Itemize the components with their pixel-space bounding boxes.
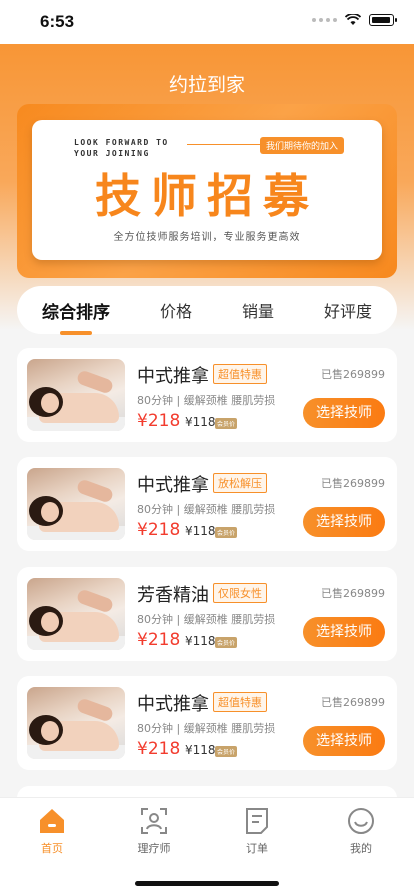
sort-tabs: 综合排序 价格 销量 好评度: [17, 286, 397, 335]
tab-orders[interactable]: 订单: [227, 806, 287, 856]
service-title: 中式推拿: [137, 366, 209, 387]
service-description: 80分钟 | 缓解颈椎 腰肌劳损: [137, 722, 276, 735]
select-therapist-button[interactable]: 选择技师: [303, 507, 385, 537]
sort-tab-rating[interactable]: 好评度: [320, 298, 376, 322]
order-icon: [246, 808, 268, 834]
tab-home-label: 首页: [41, 842, 63, 855]
service-price: ¥218: [137, 411, 181, 431]
service-tag: 超值特惠: [213, 692, 267, 712]
service-sold-count: 已售269899: [321, 696, 385, 709]
sort-tab-comprehensive[interactable]: 综合排序: [38, 298, 114, 335]
banner-subtitle: 全方位技师服务培训，专业服务更高效: [113, 232, 301, 243]
service-card[interactable]: 中式推拿 超值特惠 已售269899 80分钟 | 缓解颈椎 腰肌劳损 ¥218…: [17, 676, 397, 770]
profile-icon: [348, 808, 374, 834]
service-member-price: ¥118: [185, 634, 216, 648]
app-title: 约拉到家: [168, 74, 245, 96]
service-sold-count: 已售269899: [321, 477, 385, 490]
service-title: 中式推拿: [137, 475, 209, 496]
tab-therapist-label: 理疗师: [137, 842, 171, 855]
service-description: 80分钟 | 缓解颈椎 腰肌劳损: [137, 503, 276, 516]
service-tag: 仅限女性: [213, 583, 267, 603]
service-member-price: ¥118: [185, 743, 216, 757]
service-member-price: ¥118: [185, 415, 216, 429]
service-tag: 放松解压: [213, 473, 267, 493]
member-price-badge: 会员价: [215, 746, 238, 757]
service-sold-count: 已售269899: [321, 368, 385, 381]
service-description: 80分钟 | 缓解颈椎 腰肌劳损: [137, 394, 276, 407]
service-thumbnail: [27, 687, 125, 759]
service-member-price: ¥118: [185, 524, 216, 538]
status-icons: [312, 14, 397, 26]
banner-card: LOOK FORWARD TO YOUR JOINING 我们期待你的加入 技师…: [32, 120, 382, 260]
signal-icon: [312, 18, 337, 22]
service-description: 80分钟 | 缓解颈椎 腰肌劳损: [137, 613, 276, 626]
tab-home[interactable]: 首页: [22, 806, 82, 856]
status-bar: 6:53: [0, 0, 414, 44]
service-tag: 超值特惠: [213, 364, 267, 384]
service-price: ¥218: [137, 739, 181, 759]
wifi-icon: [345, 14, 361, 25]
select-therapist-button[interactable]: 选择技师: [303, 398, 385, 428]
tab-therapist[interactable]: 理疗师: [124, 806, 184, 856]
battery-icon: [369, 14, 397, 26]
service-price: ¥218: [137, 520, 181, 540]
tab-orders-label: 订单: [246, 842, 268, 855]
banner-english-text: LOOK FORWARD TO YOUR JOINING: [74, 138, 169, 158]
service-title: 中式推拿: [137, 694, 209, 715]
service-thumbnail: [27, 359, 125, 431]
service-card[interactable]: 中式推拿 超值特惠 已售269899 80分钟 | 缓解颈椎 腰肌劳损 ¥218…: [17, 348, 397, 442]
tab-profile[interactable]: 我的: [331, 806, 391, 856]
sort-tab-price[interactable]: 价格: [156, 298, 196, 322]
service-title: 芳香精油: [137, 585, 209, 606]
home-indicator: [135, 881, 279, 886]
service-card[interactable]: 芳香精油 仅限女性 已售269899 80分钟 | 缓解颈椎 腰肌劳损 ¥218…: [17, 567, 397, 661]
service-sold-count: 已售269899: [321, 587, 385, 600]
service-thumbnail: [27, 578, 125, 650]
banner-headline: 技师招募: [95, 169, 319, 223]
service-price: ¥218: [137, 630, 181, 650]
select-therapist-button[interactable]: 选择技师: [303, 726, 385, 756]
recruit-banner[interactable]: LOOK FORWARD TO YOUR JOINING 我们期待你的加入 技师…: [17, 104, 397, 278]
therapist-icon: [141, 808, 167, 834]
member-price-badge: 会员价: [215, 527, 238, 538]
home-icon: [40, 809, 64, 833]
status-time: 6:53: [40, 12, 75, 31]
member-price-badge: 会员价: [215, 418, 238, 429]
tab-profile-label: 我的: [350, 842, 372, 855]
banner-pill: 我们期待你的加入: [259, 137, 344, 154]
select-therapist-button[interactable]: 选择技师: [303, 617, 385, 647]
service-thumbnail: [27, 468, 125, 540]
sort-tab-sales[interactable]: 销量: [238, 298, 278, 322]
service-card[interactable]: 中式推拿 放松解压 已售269899 80分钟 | 缓解颈椎 腰肌劳损 ¥218…: [17, 457, 397, 551]
member-price-badge: 会员价: [215, 637, 238, 648]
